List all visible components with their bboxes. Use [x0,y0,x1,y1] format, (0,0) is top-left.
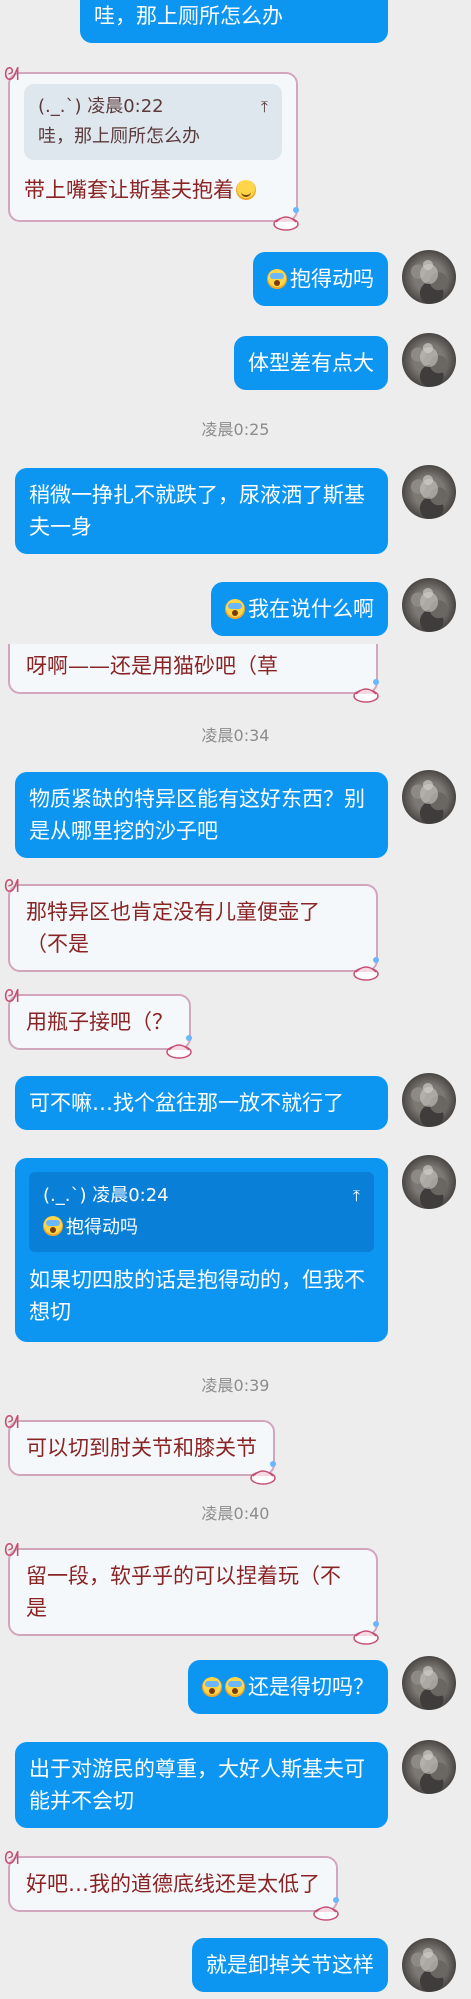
teapot-sticker-icon [353,1621,379,1645]
message-text: 出于对游民的尊重，大好人斯基夫可能并不会切 [29,1757,365,1813]
swirl-decoration-icon: ᘛ [4,1848,20,1869]
swirl-decoration-icon: ᘛ [4,876,20,897]
avatar[interactable] [402,1656,456,1710]
chat-view: 哇，那上厕所怎么办 ᘛ (._.`) 凌晨0:22 ⤒ 哇，那上厕所怎么办 带上… [0,0,471,1999]
message-bubble-self[interactable]: 就是卸掉关节这样 [192,1938,388,1992]
message-text: 我在说什么啊 [248,597,374,621]
message-bubble-self[interactable]: 物质紧缺的特异区能有这好东西？别是从哪里挖的沙子吧 [15,772,388,858]
message-text: 如果切四肢的话是抱得动的，但我不想切 [29,1268,365,1324]
message-bubble-other[interactable]: ᘛ (._.`) 凌晨0:22 ⤒ 哇，那上厕所怎么办 带上嘴套让斯基夫抱着 [4,66,299,231]
quoted-message[interactable]: (._.`) 凌晨0:22 ⤒ 哇，那上厕所怎么办 [24,84,282,160]
avatar[interactable] [402,465,456,519]
message-text: 那特异区也肯定没有儿童便壶了（不是 [26,900,320,956]
avatar[interactable] [402,578,456,632]
message-text: 好吧…我的道德底线还是太低了 [26,1872,320,1896]
message-bubble-self[interactable]: 哇，那上厕所怎么办 [80,0,388,43]
message-bubble-self[interactable]: 出于对游民的尊重，大好人斯基夫可能并不会切 [15,1742,388,1828]
avatar[interactable] [402,250,456,304]
quote-text: 哇，那上厕所怎么办 [38,126,200,147]
teapot-sticker-icon [353,679,379,703]
teapot-sticker-icon [313,1897,339,1921]
message-bubble-self[interactable]: (._.`) 凌晨0:24 ⤒ 抱得动吗 如果切四肢的话是抱得动的，但我不想切 [15,1158,388,1342]
swirl-decoration-icon: ᘛ [4,64,20,85]
face-screaming-icon [225,599,245,619]
avatar[interactable] [402,770,456,824]
message-text: 物质紧缺的特异区能有这好东西？别是从哪里挖的沙子吧 [29,787,365,843]
quote-sender: (._.`) 凌晨0:24 [43,1185,169,1206]
message-bubble-other[interactable]: ᘛ 好吧…我的道德底线还是太低了 [4,1850,339,1921]
face-smiling-icon [236,180,256,200]
message-bubble-other[interactable]: 呀啊——还是用猫砂吧（草 [8,644,379,703]
teapot-sticker-icon [166,1035,192,1059]
avatar[interactable] [402,333,456,387]
message-text: 体型差有点大 [248,351,374,375]
face-screaming-icon [225,1677,245,1697]
message-text: 可以切到肘关节和膝关节 [26,1436,257,1460]
arrow-up-to-line-icon[interactable]: ⤒ [353,1180,360,1212]
message-text: 可不嘛…找个盆往那一放不就行了 [29,1091,344,1115]
swirl-decoration-icon: ᘛ [4,1412,20,1433]
timestamp: 凌晨0:34 [201,726,270,745]
face-screaming-icon [43,1216,63,1236]
message-bubble-self[interactable]: 体型差有点大 [234,336,388,390]
avatar[interactable] [402,1155,456,1209]
arrow-up-to-line-icon[interactable]: ⤒ [261,92,268,122]
teapot-sticker-icon [250,1461,276,1485]
message-bubble-self[interactable]: 还是得切吗？ [188,1660,388,1714]
message-bubble-self[interactable]: 稍微一挣扎不就跌了，尿液洒了斯基夫一身 [15,468,388,554]
avatar[interactable] [402,1938,456,1992]
message-text: 呀啊——还是用猫砂吧（草 [26,654,278,678]
face-screaming-icon [267,269,287,289]
message-bubble-self[interactable]: 我在说什么啊 [211,582,388,636]
message-text: 带上嘴套让斯基夫抱着 [24,178,234,202]
message-text: 哇，那上厕所怎么办 [94,4,283,28]
message-bubble-other[interactable]: ᘛ 可以切到肘关节和膝关节 [4,1414,276,1485]
avatar[interactable] [402,1073,456,1127]
quote-text: 抱得动吗 [66,1217,138,1238]
swirl-decoration-icon: ᘛ [4,1540,20,1561]
message-bubble-other[interactable]: ᘛ 留一段，软乎乎的可以捏着玩（不是 [4,1542,379,1645]
message-text: 留一段，软乎乎的可以捏着玩（不是 [26,1564,341,1620]
quote-sender: (._.`) 凌晨0:22 [38,96,164,117]
timestamp: 凌晨0:40 [201,1504,270,1523]
message-bubble-self[interactable]: 抱得动吗 [253,252,388,306]
timestamp: 凌晨0:39 [201,1376,270,1395]
swirl-decoration-icon: ᘛ [4,986,20,1007]
message-text: 抱得动吗 [290,267,374,291]
face-screaming-icon [202,1677,222,1697]
message-bubble-other[interactable]: ᘛ 那特异区也肯定没有儿童便壶了（不是 [4,878,379,981]
message-text: 稍微一挣扎不就跌了，尿液洒了斯基夫一身 [29,483,365,539]
message-text: 用瓶子接吧（？ [26,1010,173,1034]
message-text: 还是得切吗？ [248,1675,374,1699]
message-text: 就是卸掉关节这样 [206,1953,374,1977]
teapot-sticker-icon [353,957,379,981]
message-bubble-other[interactable]: ᘛ 用瓶子接吧（？ [4,988,192,1059]
teapot-sticker-icon [273,207,299,231]
quoted-message[interactable]: (._.`) 凌晨0:24 ⤒ 抱得动吗 [29,1172,374,1252]
message-bubble-self[interactable]: 可不嘛…找个盆往那一放不就行了 [15,1076,388,1130]
timestamp: 凌晨0:25 [201,420,270,439]
avatar[interactable] [402,1740,456,1794]
